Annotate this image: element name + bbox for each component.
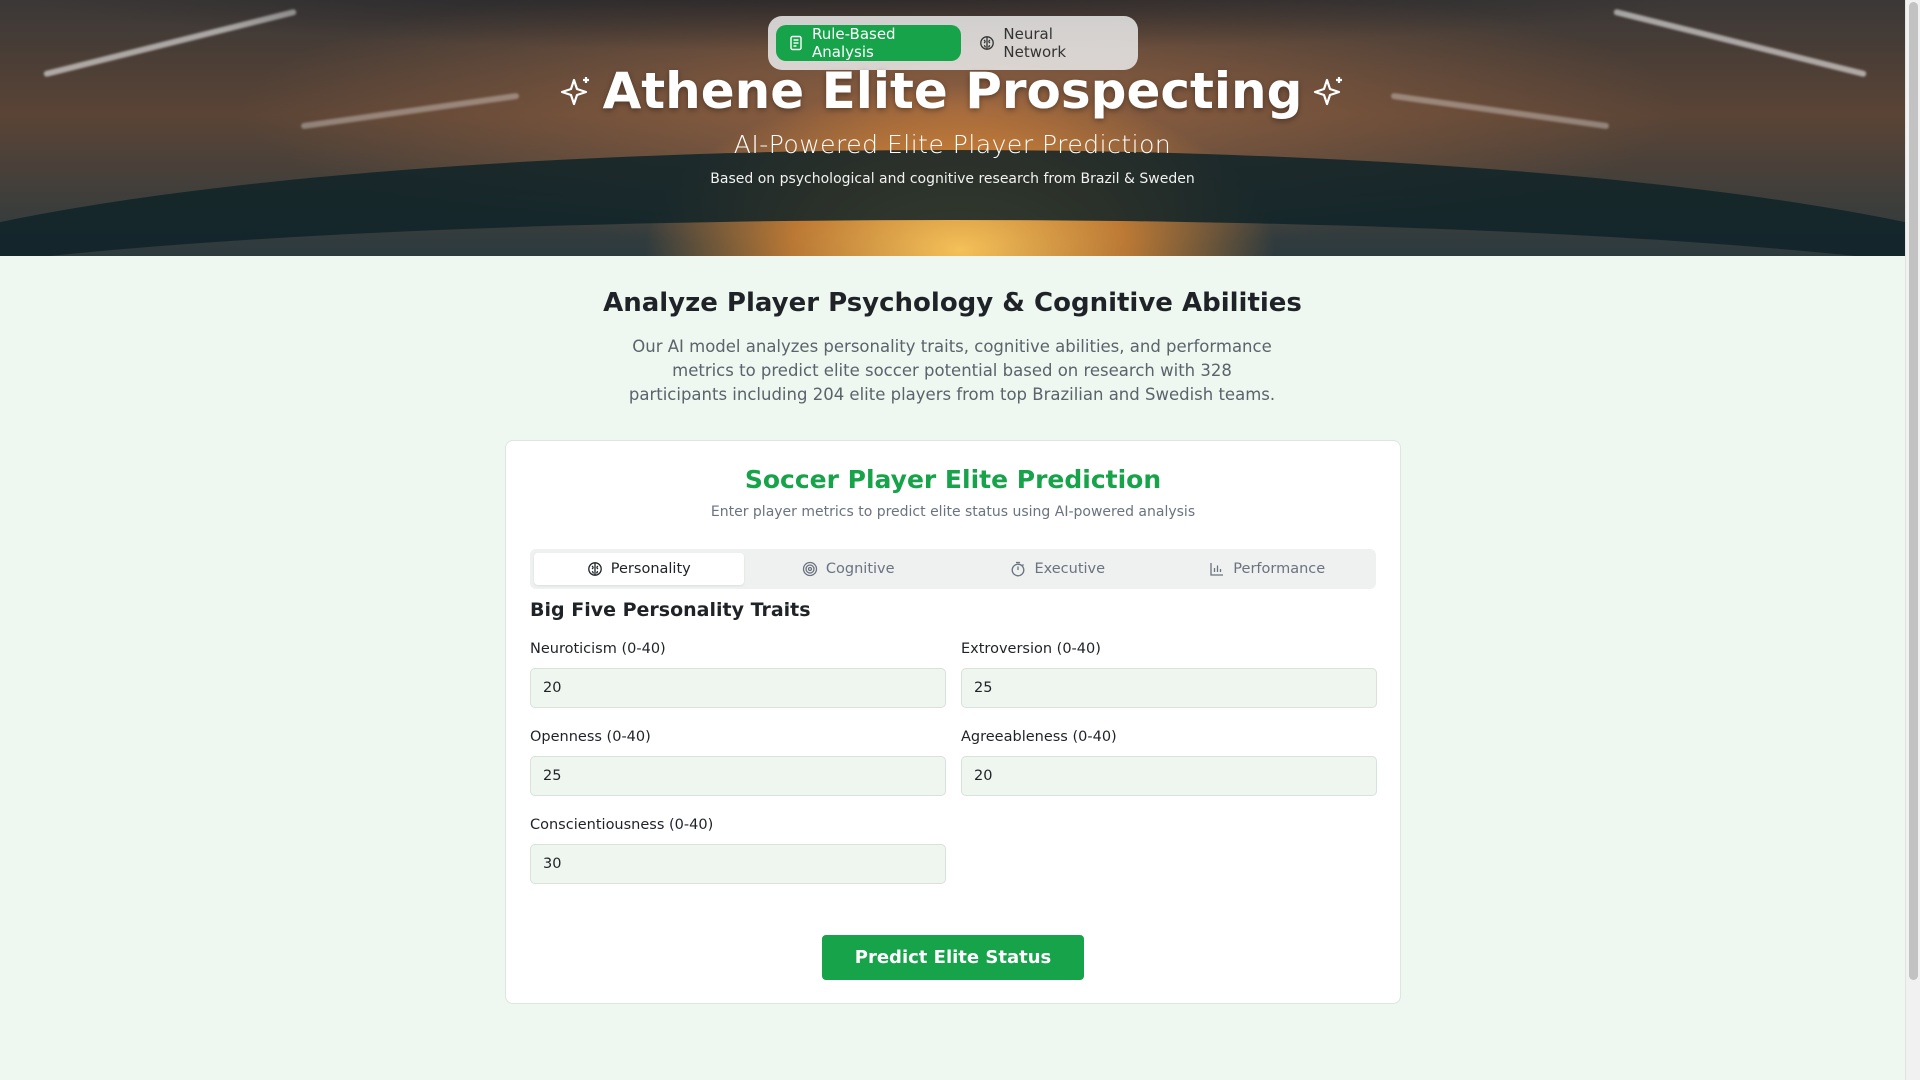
tab-cognitive[interactable]: Cognitive	[744, 553, 954, 585]
card-subtitle: Enter player metrics to predict elite st…	[710, 504, 1196, 520]
field-label: Extroversion (0-40)	[961, 641, 1101, 657]
timer-icon	[1010, 561, 1026, 577]
field-label: Neuroticism (0-40)	[530, 641, 666, 657]
brain-icon	[587, 561, 603, 577]
document-icon	[788, 35, 804, 51]
page-scrollbar[interactable]	[1905, 0, 1920, 1080]
rule-based-analysis-button[interactable]: Rule-Based Analysis	[776, 25, 962, 61]
section-title: Analyze Player Psychology & Cognitive Ab…	[603, 288, 1302, 318]
neural-network-label: Neural Network	[1003, 25, 1067, 61]
prediction-card: Soccer Player Elite Prediction Enter pla…	[505, 440, 1401, 1004]
hero-note: Based on psychological and cognitive res…	[710, 171, 1195, 187]
conscientiousness-field: Conscientiousness (0-40)	[530, 817, 946, 884]
extroversion-input[interactable]	[961, 668, 1377, 708]
tab-executive[interactable]: Executive	[953, 553, 1163, 585]
hero-banner: Rule-Based Analysis Neural Network Athen…	[0, 0, 1905, 256]
rule-based-analysis-label: Rule-Based Analysis	[812, 25, 896, 61]
openness-input[interactable]	[530, 756, 946, 796]
brain-icon	[979, 35, 995, 51]
target-icon	[802, 561, 818, 577]
bar-chart-icon	[1209, 561, 1225, 577]
openness-field: Openness (0-40)	[530, 729, 946, 796]
neuroticism-field: Neuroticism (0-40)	[530, 641, 946, 708]
tab-performance[interactable]: Performance	[1163, 553, 1373, 585]
tab-label: Executive	[1034, 561, 1106, 577]
field-label: Agreeableness (0-40)	[961, 729, 1117, 745]
extroversion-field: Extroversion (0-40)	[961, 641, 1377, 708]
hero-subtitle: AI-Powered Elite Player Prediction	[733, 130, 1172, 159]
metric-tabs: Personality Cognitive Executive Performa…	[530, 549, 1376, 589]
neural-network-button[interactable]: Neural Network	[967, 25, 1130, 61]
tab-personality[interactable]: Personality	[534, 553, 744, 585]
field-label: Conscientiousness (0-40)	[530, 817, 714, 833]
field-label: Openness (0-40)	[530, 729, 651, 745]
predict-elite-status-button[interactable]: Predict Elite Status	[822, 935, 1084, 980]
section-description: Our AI model analyzes personality traits…	[628, 337, 1276, 404]
agreeableness-input[interactable]	[961, 756, 1377, 796]
tab-label: Personality	[610, 561, 691, 577]
neuroticism-input[interactable]	[530, 668, 946, 708]
card-title: Soccer Player Elite Prediction	[744, 465, 1162, 494]
conscientiousness-input[interactable]	[530, 844, 946, 884]
scrollbar-thumb[interactable]	[1909, 2, 1918, 980]
page-title: Athene Elite Prospecting	[602, 62, 1303, 120]
tab-label: Performance	[1233, 561, 1326, 577]
sparkle-icon	[559, 74, 593, 108]
hero-title-row: Athene Elite Prospecting	[0, 62, 1905, 120]
sparkle-icon	[1312, 74, 1346, 108]
group-title: Big Five Personality Traits	[530, 599, 811, 621]
agreeableness-field: Agreeableness (0-40)	[961, 729, 1377, 796]
tab-label: Cognitive	[825, 561, 895, 577]
